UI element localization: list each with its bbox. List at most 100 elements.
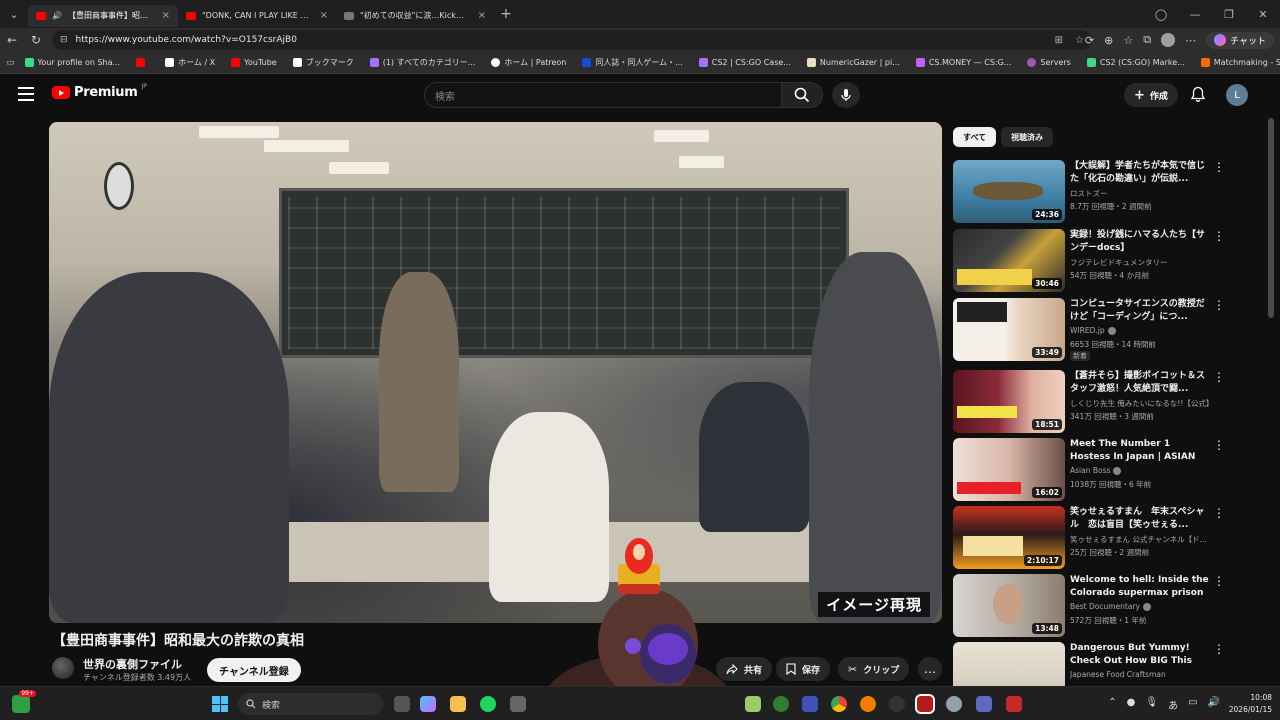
copilot-icon[interactable] xyxy=(420,696,436,712)
bookmark-item[interactable] xyxy=(130,58,155,67)
microphone-icon[interactable]: 🎙 xyxy=(1145,697,1158,712)
video-thumbnail[interactable]: 24:36 xyxy=(953,160,1065,223)
extensions-icon[interactable]: ⟳ xyxy=(1085,34,1094,47)
video-thumbnail[interactable]: 33:49 xyxy=(953,298,1065,361)
settings-icon[interactable] xyxy=(946,696,962,712)
kebab-menu-icon[interactable]: ⋮ xyxy=(1213,160,1225,174)
app-icon[interactable] xyxy=(976,696,992,712)
video-thumbnail[interactable] xyxy=(953,642,1065,686)
app-icon[interactable] xyxy=(1006,696,1022,712)
menu-icon[interactable] xyxy=(18,87,34,101)
active-app-icon[interactable] xyxy=(915,694,935,714)
video-thumbnail[interactable]: 13:48 xyxy=(953,574,1065,637)
obs-icon[interactable] xyxy=(889,696,905,712)
chip-watched[interactable]: 視聴済み xyxy=(1001,127,1053,147)
app-icon[interactable] xyxy=(802,696,818,712)
recommendation-item[interactable]: 18:51 【蒼井そら】撮影ボイコット＆スタッフ激怒！人気絶頂で闘... しくじ… xyxy=(953,370,1233,436)
spotify-icon[interactable] xyxy=(480,696,496,712)
page-scrollbar[interactable] xyxy=(1268,118,1274,318)
video-player[interactable]: イメージ再現 xyxy=(49,122,942,623)
bookmark-item[interactable]: ホーム | Patreon xyxy=(485,57,572,68)
reload-icon[interactable]: ↻ xyxy=(24,33,48,47)
recommendation-channel-row[interactable]: Asian Boss xyxy=(1070,466,1218,475)
kebab-menu-icon[interactable]: ⋮ xyxy=(1213,642,1225,656)
bookmark-item[interactable]: (1) すべてのカテゴリー... xyxy=(364,57,482,68)
video-thumbnail[interactable]: 2:10:17 xyxy=(953,506,1065,569)
recommendation-item[interactable]: Dangerous But Yummy! Check Out How BIG T… xyxy=(953,642,1233,686)
file-explorer-icon[interactable] xyxy=(450,696,466,712)
browser-tab-2[interactable]: "DONK, CAN I PLAY LIKE A BOT?!" × xyxy=(178,5,336,27)
site-info-icon[interactable]: ⊟ xyxy=(60,35,68,45)
recommendation-item[interactable]: 30:46 実録！投げ銭にハマる人たち【サンデーdocs】 フジテレビドキュメン… xyxy=(953,229,1233,295)
start-button[interactable] xyxy=(212,696,228,712)
recommendation-channel[interactable]: Japanese Food Craftsman xyxy=(1070,670,1218,679)
recommendation-item[interactable]: 33:49 コンピュータサイエンスの教授だけど「コーディング」につ... WIR… xyxy=(953,298,1233,364)
subscribe-button[interactable]: チャンネル登録 xyxy=(207,658,301,682)
task-view-icon[interactable] xyxy=(394,696,410,712)
clip-button[interactable]: ✂ クリップ xyxy=(838,657,910,681)
widgets-icon[interactable]: 99+ xyxy=(12,690,36,713)
bookmark-item[interactable]: ホーム / X xyxy=(159,57,221,68)
more-actions-button[interactable]: … xyxy=(918,657,942,681)
browser-tab-3[interactable]: "初めての収益"に涙…Kick（キック） × xyxy=(336,5,494,27)
search-button[interactable] xyxy=(781,82,823,108)
recommendation-title[interactable]: Dangerous But Yummy! Check Out How BIG T… xyxy=(1070,642,1210,668)
video-thumbnail[interactable]: 30:46 xyxy=(953,229,1065,292)
profile-avatar[interactable] xyxy=(1161,33,1176,47)
recommendation-channel[interactable]: フジテレビドキュメンタリー xyxy=(1070,257,1218,268)
tab-list-menu-icon[interactable]: ⌄ xyxy=(0,0,28,28)
translate-icon[interactable]: ⊞ xyxy=(1055,35,1063,46)
bookmark-item[interactable]: 同人誌・同人ゲーム・... xyxy=(576,57,688,68)
browser-tab-1[interactable]: 🔊 【豊田商事事件】昭和最大の詐欺の × xyxy=(28,4,178,27)
recommendation-title[interactable]: 笑ゥせぇるすまん 年末スペシャル 恋は盲目【笑ゥせぇる... xyxy=(1070,506,1210,532)
bookmark-item[interactable]: CS2 (CS:GO) Marke... xyxy=(1081,58,1191,67)
chip-all[interactable]: すべて xyxy=(953,127,997,147)
bookmark-item[interactable]: ブックマーク xyxy=(287,57,360,68)
bookmark-item[interactable]: NumericGazer | pi... xyxy=(801,58,906,67)
kebab-menu-icon[interactable]: ⋮ xyxy=(1213,506,1225,520)
kebab-menu-icon[interactable]: ⋮ xyxy=(1213,298,1225,312)
split-screen-icon[interactable]: ⊕ xyxy=(1104,34,1113,47)
video-thumbnail[interactable]: 18:51 xyxy=(953,370,1065,433)
minimize-icon[interactable]: — xyxy=(1178,8,1212,21)
bookmark-item[interactable]: CS.MONEY — CS:G... xyxy=(910,58,1018,67)
copilot-chat-button[interactable]: チャット xyxy=(1206,31,1274,49)
bookmark-item[interactable]: Servers xyxy=(1021,58,1076,67)
chrome-icon[interactable] xyxy=(831,696,847,712)
close-tab-icon[interactable]: × xyxy=(162,10,170,21)
volume-icon[interactable]: 🔊 xyxy=(1208,697,1220,712)
tray-app-icon[interactable]: ● xyxy=(1127,697,1136,712)
url-field[interactable]: ⊟ https://www.youtube.com/watch?v=O157cs… xyxy=(52,30,1092,50)
close-tab-icon[interactable]: × xyxy=(320,10,328,21)
bookmark-item[interactable]: Matchmaking - SE... xyxy=(1195,58,1280,67)
speaker-icon[interactable]: 🔊 xyxy=(52,11,62,20)
recommendation-channel-row[interactable]: WIRED.jp xyxy=(1070,326,1218,335)
recommendation-item[interactable]: 2:10:17 笑ゥせぇるすまん 年末スペシャル 恋は盲目【笑ゥせぇる... 笑… xyxy=(953,506,1233,572)
account-avatar[interactable]: L xyxy=(1226,84,1248,106)
app-v-icon[interactable] xyxy=(745,696,761,712)
channel-name[interactable]: 世界の裏側ファイル xyxy=(83,656,182,672)
recommendation-title[interactable]: 実録！投げ銭にハマる人たち【サンデーdocs】 xyxy=(1070,229,1210,255)
recommendation-channel[interactable]: Asian Boss xyxy=(1070,466,1110,475)
profile-circle-icon[interactable]: ◯ xyxy=(1144,8,1178,21)
network-icon[interactable]: ▭ xyxy=(1188,697,1197,712)
favorite-star-icon[interactable]: ☆ xyxy=(1075,35,1084,46)
recommendation-item[interactable]: 13:48 Welcome to hell: Inside the Colora… xyxy=(953,574,1233,640)
kebab-menu-icon[interactable]: ⋮ xyxy=(1213,438,1225,452)
recommendation-item[interactable]: 16:02 Meet The Number 1 Hostess In Japan… xyxy=(953,438,1233,504)
new-tab-button[interactable]: + xyxy=(494,6,518,22)
channel-avatar[interactable] xyxy=(52,657,74,679)
bookmark-item[interactable]: CS2 | CS:GO Case... xyxy=(693,58,797,67)
recommendation-channel[interactable]: 笑ゥせぇるすまん 公式チャンネル【ド... xyxy=(1070,534,1218,545)
voice-search-button[interactable] xyxy=(832,82,860,108)
save-button[interactable]: 保存 xyxy=(776,657,831,681)
search-input[interactable]: 検索 xyxy=(424,82,782,108)
kebab-menu-icon[interactable]: ⋮ xyxy=(1213,574,1225,588)
recommendation-channel[interactable]: しくじり先生 俺みたいになるな!!【公式】 xyxy=(1070,398,1218,409)
recommendation-channel[interactable]: WIRED.jp xyxy=(1070,326,1105,335)
collections-icon[interactable]: ⧉ xyxy=(1143,33,1151,47)
recommendation-channel[interactable]: Best Documentary xyxy=(1070,602,1140,611)
back-icon[interactable]: ← xyxy=(0,33,24,47)
create-button[interactable]: + 作成 xyxy=(1124,83,1178,107)
xbox-icon[interactable] xyxy=(773,696,789,712)
